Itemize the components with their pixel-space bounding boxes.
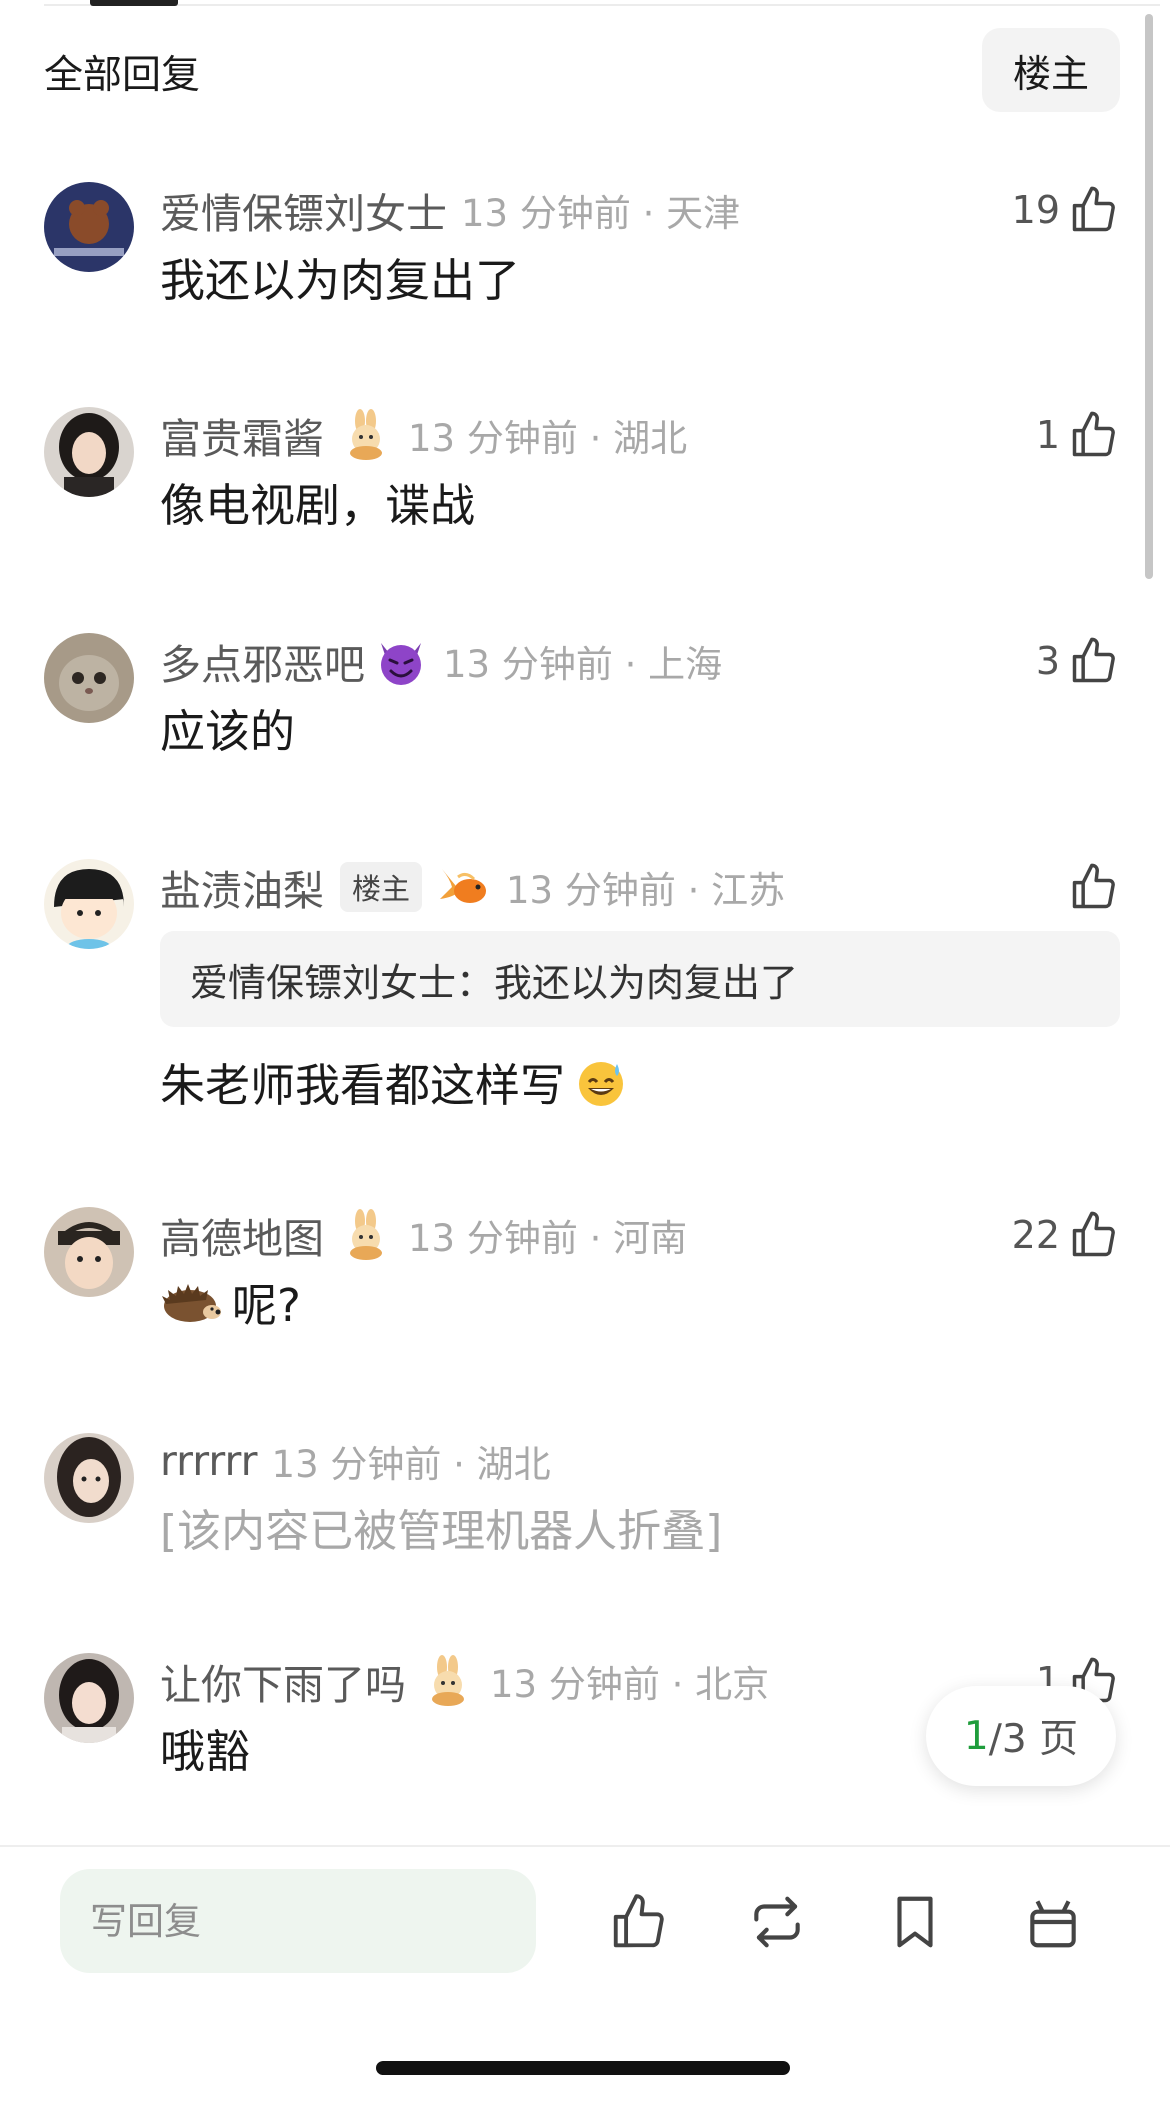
timestamp-location: 13 分钟前 · 河南 (408, 1217, 688, 1260)
comment-text: 应该的 (160, 705, 296, 758)
comment-meta: 多点邪恶吧 13 分钟前 · 上海 (160, 633, 722, 689)
op-only-filter-button[interactable]: 楼主 (982, 28, 1120, 112)
username[interactable]: 盐渍油梨 (160, 857, 324, 917)
hedgehog-icon (160, 1274, 222, 1330)
like-count: 1 (1035, 413, 1060, 457)
username[interactable]: 让你下雨了吗 (160, 1651, 406, 1711)
comment-text-row: 呢? (160, 1269, 301, 1334)
quoted-reply[interactable]: 爱情保镖刘女士：我还以为肉复出了 (160, 931, 1120, 1027)
thumbs-up-icon (1072, 411, 1115, 457)
tab-indicator (90, 0, 178, 6)
thumbs-up-icon (1072, 1211, 1115, 1257)
smiling-devil-icon (373, 633, 429, 689)
thumbs-up-icon (1072, 863, 1115, 909)
comment-text: 哦豁 (160, 1725, 251, 1778)
comment-meta: 高德地图 13 分钟前 · 河南 (160, 1207, 687, 1263)
page-indicator[interactable]: 1/3 页 (926, 1686, 1116, 1786)
timestamp-location: 13 分钟前 · 上海 (443, 643, 723, 686)
like-button[interactable]: 22 (1012, 1205, 1120, 1265)
rabbit-medal-icon (420, 1653, 476, 1709)
rabbit-medal-icon (338, 407, 394, 463)
timestamp-location: 13 分钟前 · 江苏 (506, 869, 786, 912)
rabbit-medal-icon (338, 1207, 394, 1263)
comment-meta: rrrrrr 13 分钟前 · 湖北 (160, 1433, 551, 1489)
avatar[interactable] (44, 182, 134, 272)
page-total: /3 页 (988, 1717, 1079, 1762)
timestamp-location: 13 分钟前 · 天津 (461, 192, 741, 235)
sweat-smile-icon (573, 1054, 629, 1110)
bookmark-icon (897, 1896, 933, 1948)
gift-icon (1030, 1900, 1076, 1948)
thumbs-up-icon (1072, 186, 1115, 232)
avatar[interactable] (44, 407, 134, 497)
username[interactable]: 高德地图 (160, 1205, 324, 1265)
repost-button[interactable] (742, 1887, 812, 1957)
like-button[interactable] (1060, 857, 1120, 917)
comment-meta: 盐渍油梨 楼主 13 分钟前 · 江苏 (160, 859, 785, 915)
timestamp-location: 13 分钟前 · 湖北 (408, 417, 688, 460)
like-post-button[interactable] (604, 1887, 674, 1957)
comment-text: 朱老师我看都这样写 (160, 1059, 566, 1112)
bookmark-button[interactable] (880, 1887, 950, 1957)
like-button[interactable]: 19 (1012, 180, 1120, 240)
comment-meta: 富贵霜酱 13 分钟前 · 湖北 (160, 407, 687, 463)
comment-text: 像电视剧，谍战 (160, 479, 476, 532)
avatar[interactable] (44, 1207, 134, 1297)
folded-comment-text[interactable]: [该内容已被管理机器人折叠] (160, 1495, 722, 1559)
like-count: 22 (1011, 1213, 1060, 1257)
username[interactable]: rrrrrr (160, 1437, 258, 1485)
scrollbar[interactable] (1145, 14, 1153, 579)
avatar[interactable] (44, 859, 134, 949)
username[interactable]: 富贵霜酱 (160, 405, 324, 465)
thumbs-up-icon (613, 1894, 664, 1948)
like-button[interactable]: 3 (1036, 631, 1120, 691)
comment-text: 我还以为肉复出了 (160, 254, 521, 307)
thumbs-up-icon (1072, 637, 1115, 683)
top-divider (44, 4, 1160, 6)
comment-text-row: 朱老师我看都这样写 (160, 1049, 629, 1114)
home-indicator (376, 2061, 790, 2075)
comment-meta: 让你下雨了吗 13 分钟前 · 北京 (160, 1653, 769, 1709)
avatar[interactable] (44, 1653, 134, 1743)
username[interactable]: 多点邪恶吧 (160, 631, 365, 691)
reply-input[interactable] (60, 1869, 536, 1973)
goldfish-medal-icon (436, 859, 492, 915)
avatar[interactable] (44, 633, 134, 723)
timestamp-location: 13 分钟前 · 湖北 (271, 1443, 551, 1486)
avatar[interactable] (44, 1433, 134, 1523)
comment-text: 呢? (232, 1279, 301, 1332)
like-count: 3 (1035, 639, 1060, 683)
current-page: 1 (963, 1713, 989, 1759)
username[interactable]: 爱情保镖刘女士 (160, 180, 447, 240)
bottom-action-bar (0, 1845, 1170, 2114)
section-title: 全部回复 (44, 53, 201, 98)
like-count: 19 (1011, 188, 1060, 232)
comment-meta: 爱情保镖刘女士 13 分钟前 · 天津 (160, 182, 740, 238)
gift-button[interactable] (1018, 1887, 1088, 1957)
like-button[interactable]: 1 (1036, 405, 1120, 465)
op-badge: 楼主 (340, 862, 423, 912)
repost-icon (754, 1896, 800, 1948)
timestamp-location: 13 分钟前 · 北京 (490, 1663, 770, 1706)
